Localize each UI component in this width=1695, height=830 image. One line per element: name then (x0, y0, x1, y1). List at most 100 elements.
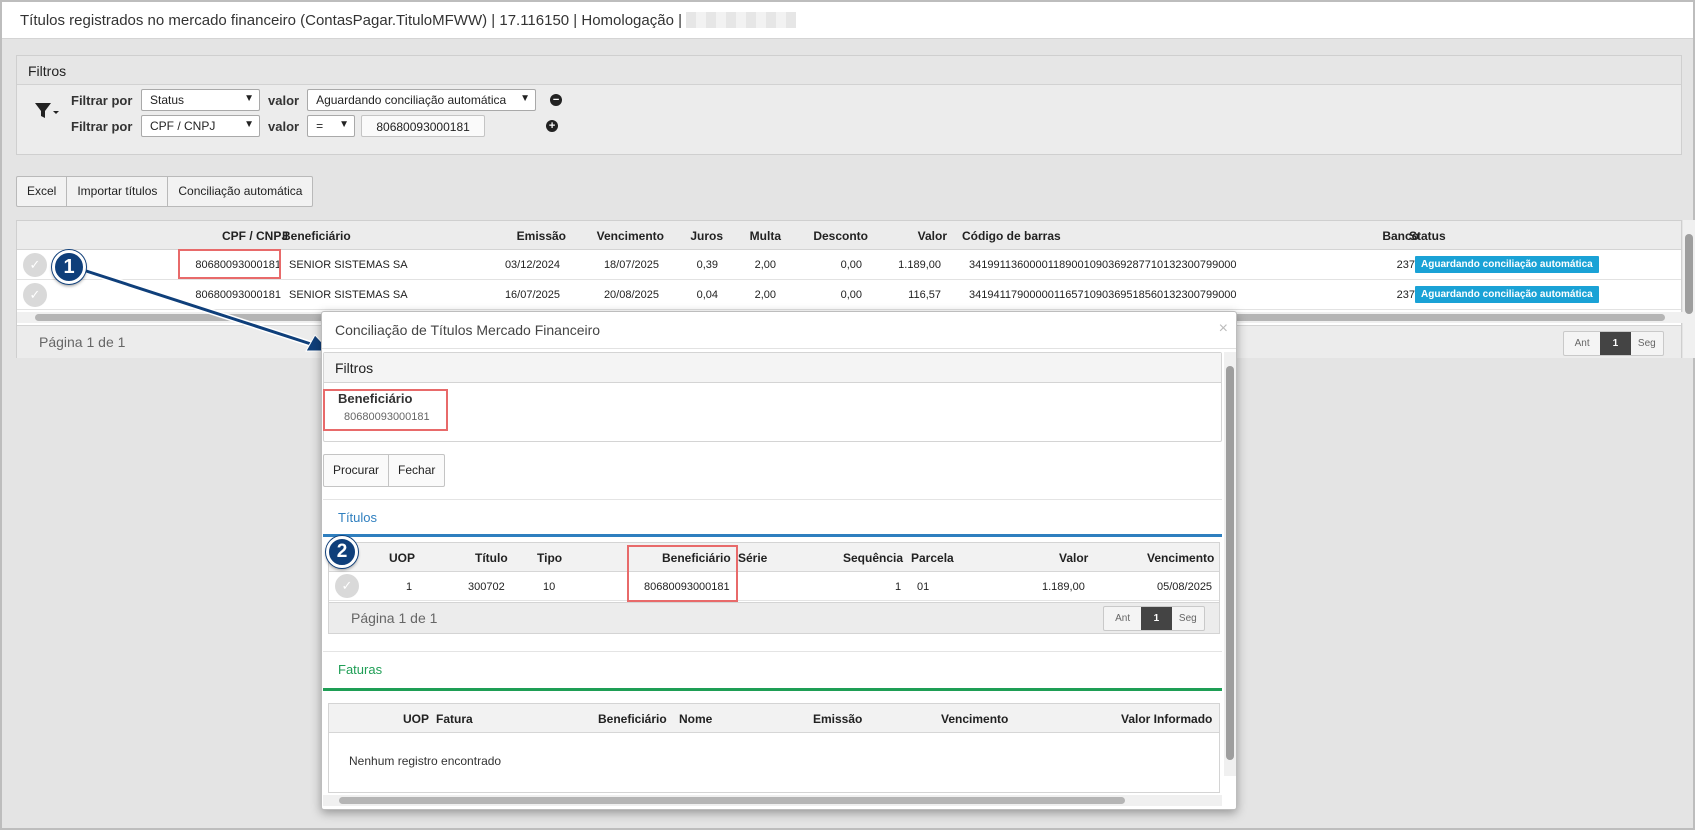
col-due[interactable]: Vencimento (1147, 551, 1214, 565)
title-bar: Títulos registrados no mercado financeir… (2, 2, 1693, 39)
remove-filter-icon[interactable]: − (550, 94, 563, 106)
step-marker-1: 1 (52, 250, 86, 284)
modal-grid-header: UOP Título Tipo Beneficiário Série Sequê… (329, 543, 1219, 572)
modal-filters-panel: Filtros Beneficiário 80680093000181 (323, 352, 1222, 442)
col-uop[interactable]: UOP (403, 712, 429, 726)
modal-invoices-grid: UOP Fatura Beneficiário Nome Emissão Ven… (328, 703, 1220, 793)
scrollbar-thumb[interactable] (339, 797, 1125, 804)
filters-panel: Filtros Filtrar por Status ▼ valor Aguard… (16, 55, 1682, 155)
col-barcode[interactable]: Código de barras (962, 229, 1061, 243)
search-button[interactable]: Procurar (324, 455, 390, 486)
cell-due: 20/08/2025 (603, 289, 659, 301)
cell-issue: 16/07/2025 (504, 289, 560, 301)
col-status[interactable]: Status (1409, 229, 1446, 243)
col-name[interactable]: Nome (679, 712, 712, 726)
row-select-check-icon[interactable]: ✓ (335, 574, 359, 598)
col-fine[interactable]: Multa (750, 229, 781, 243)
excel-button[interactable]: Excel (17, 177, 68, 206)
cell-due: 05/08/2025 (1157, 581, 1213, 593)
col-beneficiary[interactable]: Beneficiário (282, 229, 351, 243)
modal-horizontal-scrollbar[interactable] (323, 795, 1222, 806)
cell-sequence: 1 (895, 581, 902, 593)
col-invoice[interactable]: Fatura (436, 712, 473, 726)
filter-by-label: Filtrar por (71, 118, 133, 134)
col-uop[interactable]: UOP (389, 551, 415, 565)
chevron-down-icon: ▼ (244, 119, 254, 130)
row-select-check-icon[interactable]: ✓ (23, 253, 47, 277)
col-type[interactable]: Tipo (537, 551, 562, 565)
invoices-grid-header: UOP Fatura Beneficiário Nome Emissão Ven… (329, 704, 1219, 733)
col-value[interactable]: Valor (918, 229, 947, 243)
cell-interest: 0,04 (696, 289, 718, 301)
filter-value-input[interactable]: 80680093000181 (361, 115, 486, 137)
cell-barcode: 3419911360000118900109036928771013230079… (969, 259, 1237, 271)
filter-funnel-icon[interactable] (33, 100, 59, 122)
filter-value-select[interactable]: Aguardando conciliação automática ▼ (307, 89, 537, 111)
reconciliation-modal: Conciliação de Títulos Mercado Financeir… (321, 311, 1237, 810)
scrollbar-thumb[interactable] (1685, 234, 1693, 314)
filter-row-cpf: Filtrar por CPF / CNPJ ▼ valor = ▼ 8068009… (71, 115, 559, 137)
filter-field-select[interactable]: Status ▼ (141, 89, 260, 111)
next-page-button[interactable]: Seg (1172, 607, 1204, 630)
next-page-button[interactable]: Seg (1631, 332, 1663, 355)
value-label: valor (268, 118, 300, 134)
pager: Ant 1 Seg (1563, 331, 1664, 356)
current-page-button[interactable]: 1 (1141, 607, 1172, 630)
divider (322, 348, 1236, 349)
scrollbar-thumb[interactable] (1226, 366, 1234, 760)
highlight-box-beneficiary-filter (323, 389, 448, 431)
col-cpf[interactable]: CPF / CNPJ (222, 229, 288, 243)
cell-bank: 237 (1396, 289, 1415, 301)
page-title: Títulos registrados no mercado financeir… (20, 12, 682, 29)
chevron-down-icon: ▼ (339, 119, 350, 130)
filter-field-select[interactable]: CPF / CNPJ ▼ (141, 115, 260, 137)
operator-select[interactable]: = ▼ (307, 115, 356, 137)
filter-row-status: Filtrar por Status ▼ valor Aguardando con… (71, 89, 563, 111)
col-beneficiary[interactable]: Beneficiário (598, 712, 667, 726)
empty-message: Nenhum registro encontrado (349, 754, 502, 768)
filters-header: Filtros (17, 56, 1681, 85)
cell-installment: 01 (917, 581, 930, 593)
col-interest[interactable]: Juros (690, 229, 723, 243)
row-select-check-icon[interactable]: ✓ (23, 283, 47, 307)
prev-page-button[interactable]: Ant (1564, 332, 1600, 355)
modal-titles-grid: UOP Título Tipo Beneficiário Série Sequê… (328, 542, 1220, 634)
invoices-section-bar (323, 688, 1222, 691)
value-label: valor (268, 92, 300, 108)
current-page-button[interactable]: 1 (1600, 332, 1631, 355)
cell-value: 1.189,00 (898, 259, 941, 271)
cell-bank: 237 (1396, 259, 1415, 271)
status-badge: Aguardando conciliação automática (1415, 256, 1599, 273)
auto-reconcile-button[interactable]: Conciliação automática (168, 177, 312, 206)
add-filter-icon[interactable]: + (546, 120, 559, 132)
highlight-box-beneficiary-column (627, 545, 738, 602)
col-sequence[interactable]: Sequência (843, 551, 903, 565)
close-icon[interactable]: × (1219, 320, 1228, 338)
modal-actions: Procurar Fechar (323, 454, 446, 487)
pager: Ant 1 Seg (1103, 606, 1205, 631)
col-series[interactable]: Série (738, 551, 767, 565)
cell-fine: 2,00 (754, 289, 776, 301)
close-button[interactable]: Fechar (389, 455, 444, 486)
col-title[interactable]: Título (475, 551, 508, 565)
import-titles-button[interactable]: Importar títulos (67, 177, 169, 206)
col-issue[interactable]: Emissão (813, 712, 862, 726)
divider (323, 499, 1222, 500)
grid-header: CPF / CNPJ Beneficiário Emissão Vencimen… (17, 221, 1681, 250)
table-row[interactable]: ✓ 1 300702 10 80680093000181 1 01 1.189,… (329, 572, 1219, 601)
chevron-down-icon: ▼ (244, 93, 254, 104)
col-issue[interactable]: Emissão (517, 229, 566, 243)
col-due[interactable]: Vencimento (941, 712, 1008, 726)
col-installment[interactable]: Parcela (911, 551, 954, 565)
page-vertical-scrollbar[interactable] (1683, 220, 1695, 358)
redacted-environment (686, 12, 796, 28)
col-value[interactable]: Valor (1059, 551, 1088, 565)
cell-value: 1.189,00 (1042, 581, 1085, 593)
col-informed-value[interactable]: Valor Informado (1121, 712, 1212, 726)
cell-discount: 0,00 (840, 289, 862, 301)
col-due[interactable]: Vencimento (597, 229, 664, 243)
col-discount[interactable]: Desconto (813, 229, 868, 243)
prev-page-button[interactable]: Ant (1104, 607, 1141, 630)
cell-interest: 0,39 (696, 259, 718, 271)
modal-vertical-scrollbar[interactable] (1224, 352, 1236, 776)
